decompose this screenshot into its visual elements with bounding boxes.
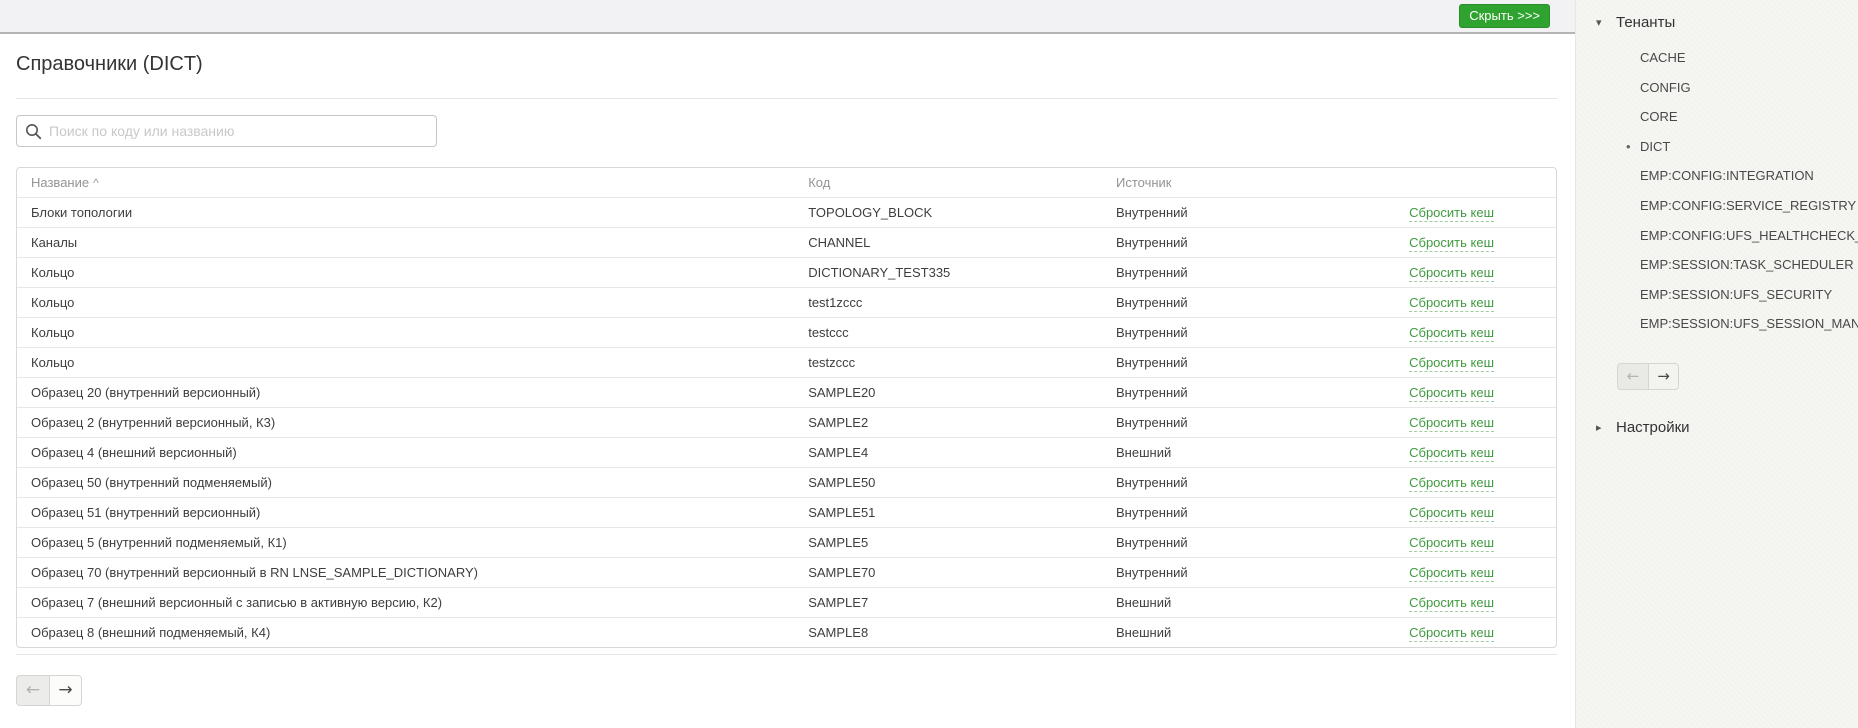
- column-header-actions: [1341, 168, 1556, 198]
- topbar: Скрыть >>>: [0, 0, 1575, 34]
- table-row[interactable]: Образец 5 (внутренний подменяемый, К1) S…: [17, 528, 1556, 558]
- reset-cache-link[interactable]: Сбросить кеш: [1409, 535, 1494, 552]
- tenants-label: Тенанты: [1616, 14, 1675, 31]
- reset-cache-link[interactable]: Сбросить кеш: [1409, 505, 1494, 522]
- hide-sidebar-button[interactable]: Скрыть >>>: [1459, 4, 1550, 28]
- sidebar-item-config[interactable]: • CONFIG: [1576, 73, 1858, 103]
- bottom-divider: [16, 654, 1557, 655]
- tenant-list: • CACHE • CONFIG • CORE • DICT • EMP:CON…: [1576, 43, 1858, 339]
- reset-cache-link[interactable]: Сбросить кеш: [1409, 295, 1494, 312]
- sidebar-item-cache[interactable]: • CACHE: [1576, 43, 1858, 73]
- settings-label: Настройки: [1616, 419, 1690, 436]
- table-row[interactable]: Кольцо testzccc Внутренний Сбросить кеш: [17, 348, 1556, 378]
- page-title: Справочники (DICT): [16, 51, 1557, 78]
- table-row[interactable]: Образец 70 (внутренний версионный в RN L…: [17, 558, 1556, 588]
- reset-cache-link[interactable]: Сбросить кеш: [1409, 415, 1494, 432]
- reset-cache-link[interactable]: Сбросить кеш: [1409, 595, 1494, 612]
- sidebar-item-emp-session-ufs-session-man[interactable]: • EMP:SESSION:UFS_SESSION_MAN: [1576, 309, 1858, 339]
- sidebar-next-page-button[interactable]: →: [1648, 363, 1679, 390]
- reset-cache-link[interactable]: Сбросить кеш: [1409, 565, 1494, 582]
- column-header-source[interactable]: Источник: [1102, 168, 1341, 198]
- sidebar-prev-page-button[interactable]: ←: [1617, 363, 1648, 390]
- table-row[interactable]: Кольцо testccc Внутренний Сбросить кеш: [17, 318, 1556, 348]
- table-row[interactable]: Образец 2 (внутренний версионный, К3) SA…: [17, 408, 1556, 438]
- selected-bullet-icon: •: [1626, 132, 1631, 162]
- reset-cache-link[interactable]: Сбросить кеш: [1409, 235, 1494, 252]
- sidebar: ▾ Тенанты • CACHE • CONFIG • CORE • DICT…: [1575, 0, 1858, 728]
- search-icon: [25, 123, 42, 140]
- tree-node-settings[interactable]: ▸ Настройки: [1576, 417, 1858, 439]
- sidebar-item-emp-config-service-registry[interactable]: • EMP:CONFIG:SERVICE_REGISTRY: [1576, 191, 1858, 221]
- sidebar-item-emp-session-task-scheduler[interactable]: • EMP:SESSION:TASK_SCHEDULER: [1576, 250, 1858, 280]
- reset-cache-link[interactable]: Сбросить кеш: [1409, 265, 1494, 282]
- table-row[interactable]: Кольцо DICTIONARY_TEST335 Внутренний Сбр…: [17, 258, 1556, 288]
- main-panel: Скрыть >>> Справочники (DICT) Название ^ …: [0, 0, 1575, 728]
- tree-node-tenants[interactable]: ▾ Тенанты: [1576, 11, 1858, 33]
- dict-table: Название ^ Код Источник Блоки топологии T…: [16, 167, 1557, 648]
- column-header-code[interactable]: Код: [794, 168, 1102, 198]
- search-input[interactable]: [49, 123, 428, 139]
- sidebar-item-core[interactable]: • CORE: [1576, 102, 1858, 132]
- table-row[interactable]: Каналы CHANNEL Внутренний Сбросить кеш: [17, 228, 1556, 258]
- sidebar-item-dict[interactable]: • DICT: [1576, 132, 1858, 162]
- table-row[interactable]: Образец 20 (внутренний версионный) SAMPL…: [17, 378, 1556, 408]
- next-page-button[interactable]: →: [49, 675, 82, 706]
- reset-cache-link[interactable]: Сбросить кеш: [1409, 385, 1494, 402]
- reset-cache-link[interactable]: Сбросить кеш: [1409, 475, 1494, 492]
- dict-table-body: Блоки топологии TOPOLOGY_BLOCK Внутренни…: [17, 198, 1556, 648]
- sort-asc-icon: ^: [93, 176, 99, 190]
- reset-cache-link[interactable]: Сбросить кеш: [1409, 205, 1494, 222]
- table-row[interactable]: Блоки топологии TOPOLOGY_BLOCK Внутренни…: [17, 198, 1556, 228]
- column-header-name[interactable]: Название ^: [17, 168, 794, 198]
- sidebar-pagination: ← →: [1617, 363, 1679, 390]
- table-row[interactable]: Образец 4 (внешний версионный) SAMPLE4 В…: [17, 438, 1556, 468]
- chevron-right-icon: ▸: [1596, 421, 1616, 434]
- table-row[interactable]: Образец 8 (внешний подменяемый, К4) SAMP…: [17, 618, 1556, 648]
- title-divider: [16, 98, 1557, 99]
- search-box[interactable]: [16, 115, 437, 147]
- reset-cache-link[interactable]: Сбросить кеш: [1409, 325, 1494, 342]
- reset-cache-link[interactable]: Сбросить кеш: [1409, 445, 1494, 462]
- app-root: Скрыть >>> Справочники (DICT) Название ^ …: [0, 0, 1858, 728]
- sidebar-item-emp-config-ufs-healthcheck-[interactable]: • EMP:CONFIG:UFS_HEALTHCHECK_: [1576, 221, 1858, 251]
- chevron-down-icon: ▾: [1596, 16, 1616, 29]
- table-row[interactable]: Образец 50 (внутренний подменяемый) SAMP…: [17, 468, 1556, 498]
- sidebar-item-emp-config-integration[interactable]: • EMP:CONFIG:INTEGRATION: [1576, 161, 1858, 191]
- content-area: Справочники (DICT) Название ^ Код Источни…: [0, 51, 1575, 706]
- reset-cache-link[interactable]: Сбросить кеш: [1409, 625, 1494, 642]
- sidebar-item-emp-session-ufs-security[interactable]: • EMP:SESSION:UFS_SECURITY: [1576, 280, 1858, 310]
- table-pagination: ← →: [16, 675, 82, 706]
- column-header-name-label: Название: [31, 175, 89, 190]
- table-row[interactable]: Кольцо test1zccc Внутренний Сбросить кеш: [17, 288, 1556, 318]
- reset-cache-link[interactable]: Сбросить кеш: [1409, 355, 1494, 372]
- table-row[interactable]: Образец 7 (внешний версионный с записью …: [17, 588, 1556, 618]
- prev-page-button[interactable]: ←: [16, 675, 49, 706]
- table-row[interactable]: Образец 51 (внутренний версионный) SAMPL…: [17, 498, 1556, 528]
- table-header-row: Название ^ Код Источник: [17, 168, 1556, 198]
